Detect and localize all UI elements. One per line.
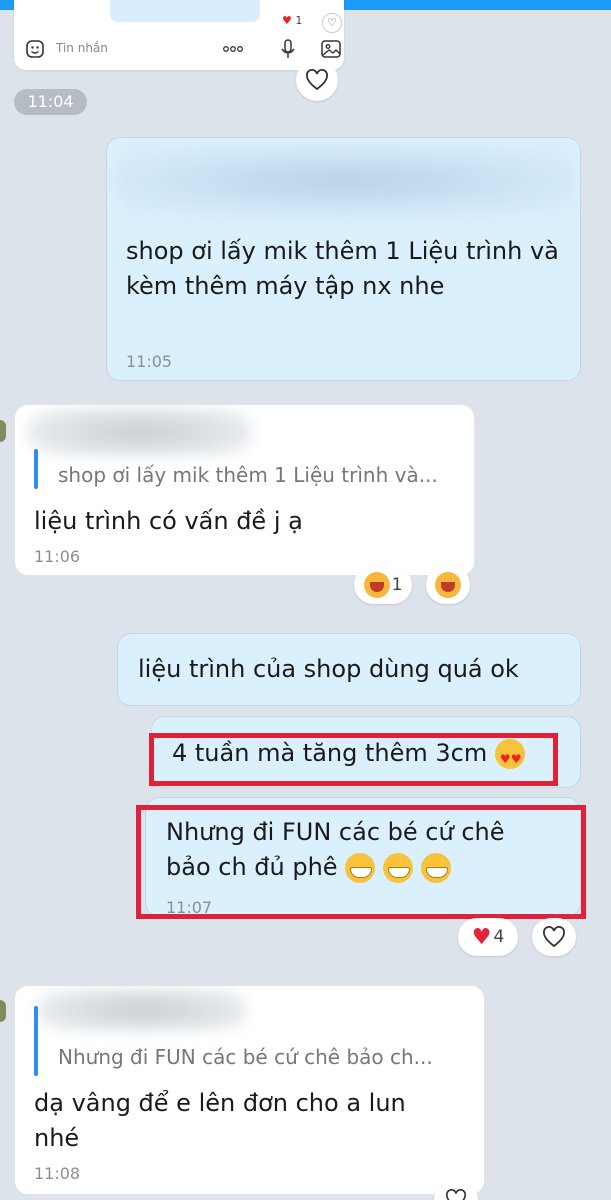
- message-bubble-outgoing[interactable]: shop ơi lấy mik thêm 1 Liệu trình và kèm…: [106, 137, 581, 381]
- reaction-summary[interactable]: 1: [354, 566, 412, 604]
- react-button[interactable]: [426, 566, 470, 604]
- quoted-message[interactable]: Nhưng đi FUN các bé cứ chê bảo ch...: [58, 1045, 433, 1069]
- previous-message-bubble: [110, 0, 260, 22]
- more-icon[interactable]: [222, 38, 244, 60]
- reaction-count: 4: [493, 927, 505, 947]
- laugh-emoji-icon: [435, 572, 461, 598]
- sticker-icon[interactable]: [24, 38, 46, 60]
- message-bubble-incoming[interactable]: shop ơi lấy mik thêm 1 Liệu trình và... …: [14, 404, 475, 576]
- heart-icon[interactable]: [296, 59, 338, 101]
- blurred-sender-name: [27, 407, 252, 457]
- reaction-count: 1: [391, 575, 403, 595]
- message-input[interactable]: Tin nhắn: [56, 41, 108, 55]
- message-text: liệu trình có vấn đề j ạ: [34, 507, 303, 535]
- previous-message-reaction[interactable]: ♥ 1: [282, 14, 302, 27]
- message-time: 11:05: [126, 352, 173, 371]
- heart-icon[interactable]: ♡: [322, 13, 342, 33]
- previous-reaction-count: 1: [295, 14, 303, 27]
- laugh-emoji-icon: [363, 572, 390, 598]
- time-separator: 11:04: [14, 89, 87, 115]
- quote-bar: [34, 449, 38, 489]
- avatar[interactable]: [0, 1000, 6, 1022]
- blurred-content: [115, 146, 575, 216]
- quote-bar: [34, 1006, 38, 1076]
- highlight-annotation: [149, 733, 558, 786]
- blurred-sender-name: [37, 988, 247, 1032]
- mic-icon[interactable]: [277, 38, 299, 60]
- message-text: dạ vâng để e lên đơn cho a lun nhé: [34, 1089, 406, 1152]
- heart-icon[interactable]: [532, 918, 576, 956]
- message-time: 11:08: [34, 1164, 81, 1183]
- red-heart-icon: ♥: [282, 14, 292, 27]
- message-text: shop ơi lấy mik thêm 1 Liệu trình và kèm…: [126, 237, 559, 300]
- message-text: liệu trình của shop dùng quá ok: [138, 655, 519, 683]
- quoted-message[interactable]: shop ơi lấy mik thêm 1 Liệu trình và...: [58, 463, 438, 487]
- image-icon[interactable]: [320, 38, 342, 60]
- reaction-summary[interactable]: ♥ 4: [458, 918, 518, 956]
- message-bubble-outgoing[interactable]: liệu trình của shop dùng quá ok: [117, 633, 581, 706]
- message-bubble-incoming[interactable]: Nhưng đi FUN các bé cứ chê bảo ch... dạ …: [14, 985, 485, 1195]
- message-time: 11:06: [34, 547, 81, 566]
- highlight-annotation: [136, 805, 586, 919]
- react-button[interactable]: [434, 1184, 478, 1200]
- red-heart-icon: ♥: [471, 924, 492, 950]
- message-composer: ♥ 1 ♡ Tin nhắn: [14, 0, 344, 70]
- avatar[interactable]: [0, 420, 6, 442]
- composer-input-row: Tin nhắn: [24, 36, 342, 62]
